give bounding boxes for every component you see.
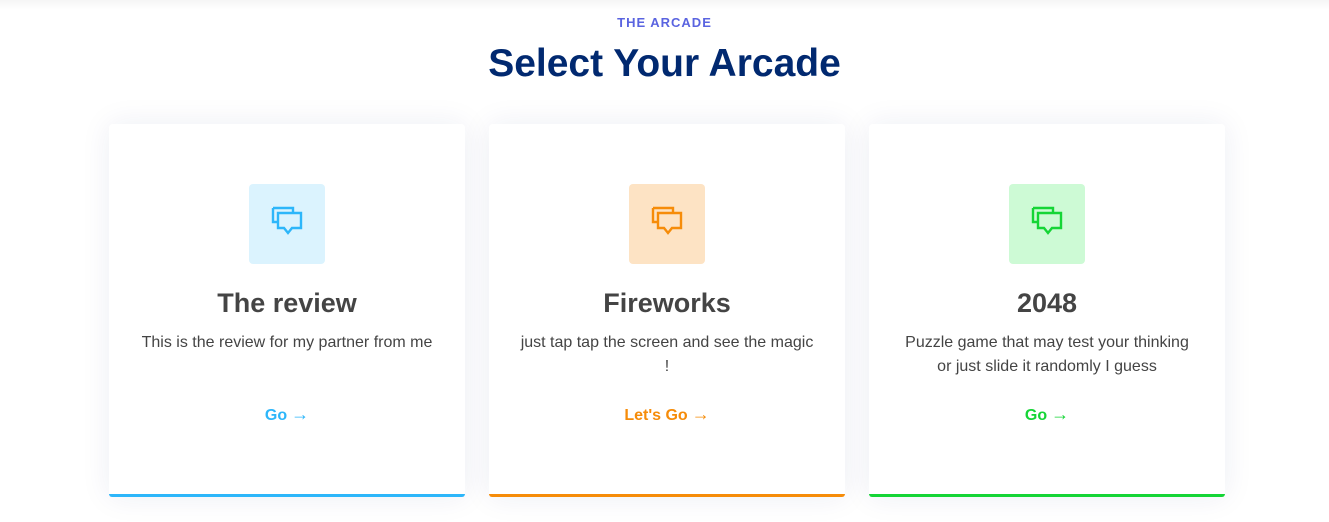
- card-accent-bar: [869, 494, 1225, 497]
- card-description: just tap tap the screen and see the magi…: [520, 334, 814, 375]
- arcade-card-fireworks: Fireworks just tap tap the screen and se…: [489, 124, 845, 497]
- page-title: Select Your Arcade: [488, 42, 841, 85]
- go-link-review[interactable]: Go →: [109, 403, 465, 427]
- chat-bubbles-icon: [269, 204, 305, 245]
- go-link-2048[interactable]: Go →: [869, 403, 1225, 427]
- chat-bubbles-icon: [1029, 204, 1065, 245]
- arrow-right-icon: →: [1051, 404, 1070, 424]
- lets-go-link-fireworks[interactable]: Let's Go →: [489, 403, 845, 427]
- link-label: Let's Go: [624, 407, 688, 424]
- card-title: The review: [217, 288, 357, 318]
- card-accent-bar: [109, 494, 465, 497]
- chat-bubbles-icon: [649, 204, 685, 245]
- link-label: Go: [1024, 407, 1048, 424]
- arcade-card-2048: 2048 Puzzle game that may test your thin…: [869, 124, 1225, 497]
- icon-box: [1009, 184, 1085, 264]
- link-label: Go: [264, 407, 288, 424]
- card-accent-bar: [489, 494, 845, 497]
- card-title: 2048: [1016, 288, 1078, 318]
- card-title: Fireworks: [603, 288, 731, 318]
- arcade-card-review: The review This is the review for my par…: [109, 124, 465, 497]
- icon-box: [249, 184, 325, 264]
- card-description: Puzzle game that may test your thinking …: [905, 334, 1189, 375]
- section-eyebrow: THE ARCADE: [617, 15, 712, 30]
- header-shadow: [0, 0, 1329, 10]
- arrow-right-icon: →: [291, 404, 310, 424]
- card-description: This is the review for my partner from m…: [141, 334, 433, 351]
- arrow-right-icon: →: [691, 404, 710, 424]
- icon-box: [629, 184, 705, 264]
- arcade-cards: The review This is the review for my par…: [109, 124, 1225, 497]
